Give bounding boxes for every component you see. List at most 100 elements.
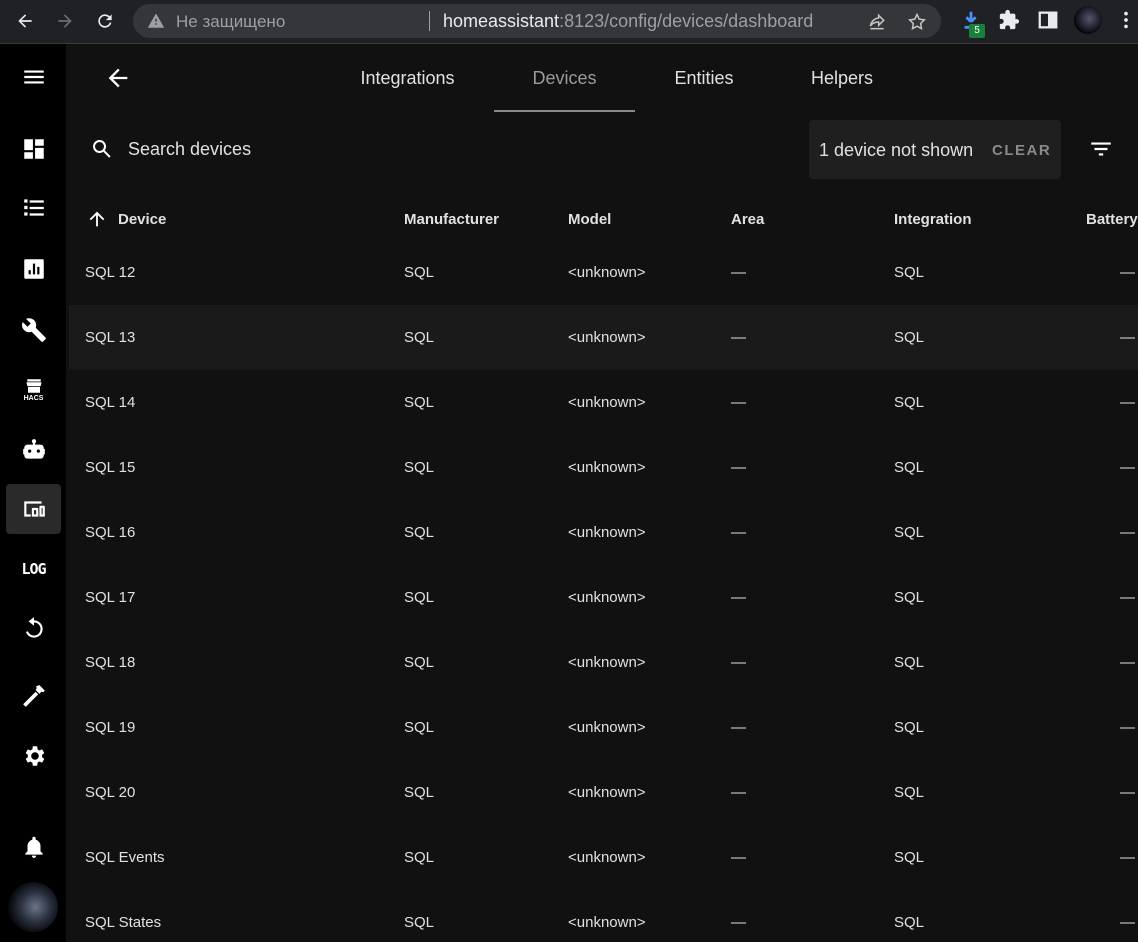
cell-manufacturer: SQL [404,849,435,866]
cell-device: SQL 17 [85,589,136,606]
table-row[interactable]: SQL 17 SQL <unknown> — SQL — [69,565,1138,630]
url-text: homeassistant:8123/config/devices/dashbo… [443,11,814,31]
table-row[interactable]: SQL 12 SQL <unknown> — SQL — [69,240,1138,305]
cell-manufacturer: SQL [404,459,435,476]
table-row[interactable]: SQL 14 SQL <unknown> — SQL — [69,370,1138,435]
cell-area: — [731,849,746,866]
arrow-up-sort-icon[interactable] [86,208,108,230]
cell-manufacturer: SQL [404,654,435,671]
table-row[interactable]: SQL 13 SQL <unknown> — SQL — [69,305,1138,370]
column-header-integration[interactable]: Integration [894,211,972,228]
column-header-manufacturer[interactable]: Manufacturer [404,211,499,228]
active-tab-indicator [494,110,635,112]
tab-helpers[interactable]: Helpers [796,44,888,112]
browser-toolbar: Не защищено homeassistant:8123/config/de… [0,0,1138,44]
tab-devices[interactable]: Devices [494,44,635,112]
arrow-left-icon[interactable] [104,64,132,92]
side-panel-icon[interactable] [1037,9,1059,31]
tab-entities[interactable]: Entities [656,44,752,112]
column-header-battery[interactable]: Battery [1086,211,1138,228]
table-row[interactable]: SQL 19 SQL <unknown> — SQL — [69,695,1138,760]
column-header-model[interactable]: Model [568,211,611,228]
restart-icon [25,617,43,638]
cell-model: <unknown> [568,459,646,476]
cell-battery: — [1120,329,1135,346]
sidebar-item-settings[interactable] [6,731,61,781]
table-row[interactable]: SQL 20 SQL <unknown> — SQL — [69,760,1138,825]
cell-battery: — [1120,394,1135,411]
cell-integration: SQL [894,914,925,931]
search-icon [93,140,111,158]
hammer-icon [22,685,45,707]
log-label: LOG [21,560,46,578]
back-arrow-icon[interactable] [10,6,40,36]
sidebar-item-log[interactable]: LOG [6,544,61,594]
forward-arrow-icon[interactable] [50,6,80,36]
cell-battery: — [1120,589,1135,606]
cell-model: <unknown> [568,264,646,281]
cell-manufacturer: SQL [404,329,435,346]
cell-manufacturer: SQL [404,524,435,541]
share-icon[interactable] [867,12,887,32]
format-list-icon [23,199,44,216]
sidebar-item-history[interactable] [6,244,61,294]
insecure-label: Не защищено [176,12,286,31]
cell-integration: SQL [894,654,925,671]
tab-integrations[interactable]: Integrations [346,44,469,112]
sidebar-item-hacs[interactable]: HACS [6,365,61,415]
sidebar-item-logbook[interactable] [6,183,61,233]
search-input[interactable] [128,132,448,166]
cell-manufacturer: SQL [404,264,435,281]
cell-area: — [731,329,746,346]
hidden-devices-chip: 1 device not shown CLEAR [809,120,1061,179]
cell-area: — [731,524,746,541]
cell-model: <unknown> [568,654,646,671]
devices-dashboard: Integrations Devices Entities Helpers 1 … [66,44,1138,942]
cell-area: — [731,589,746,606]
extensions-puzzle-icon[interactable] [998,9,1020,31]
reload-icon[interactable] [90,6,120,36]
clear-filter-button[interactable]: CLEAR [992,142,1051,159]
column-header-area[interactable]: Area [731,211,764,228]
sidebar-item-overview[interactable] [6,124,61,174]
cell-manufacturer: SQL [404,784,435,801]
more-vert-icon[interactable] [1115,9,1137,31]
table-row[interactable]: SQL 15 SQL <unknown> — SQL — [69,435,1138,500]
dashboard-icon [23,139,44,159]
user-avatar[interactable] [8,882,58,932]
cell-device: SQL 12 [85,264,136,281]
cell-integration: SQL [894,719,925,736]
cell-device: SQL 13 [85,329,136,346]
table-row[interactable]: SQL 18 SQL <unknown> — SQL — [69,630,1138,695]
table-row[interactable]: SQL Events SQL <unknown> — SQL — [69,825,1138,890]
cell-manufacturer: SQL [404,394,435,411]
cell-battery: — [1120,524,1135,541]
cell-manufacturer: SQL [404,589,435,606]
sidebar-item-automations[interactable] [6,425,61,475]
sidebar-item-devices[interactable] [6,484,61,534]
sidebar-item-restart[interactable] [6,604,61,654]
column-header-device[interactable]: Device [118,211,166,228]
cell-model: <unknown> [568,524,646,541]
bookmark-star-icon[interactable] [907,12,927,32]
cell-manufacturer: SQL [404,719,435,736]
download-badge: 5 [969,24,985,38]
menu-icon[interactable] [6,52,61,102]
sidebar-item-notifications[interactable] [6,822,61,872]
cell-battery: — [1120,914,1135,931]
cell-battery: — [1120,719,1135,736]
profile-avatar[interactable] [1074,6,1102,34]
address-bar[interactable]: Не защищено homeassistant:8123/config/de… [133,4,941,38]
cell-manufacturer: SQL [404,914,435,931]
cell-integration: SQL [894,524,925,541]
cell-integration: SQL [894,264,925,281]
filter-icon[interactable] [1088,136,1114,162]
cell-area: — [731,264,746,281]
cell-device: SQL 15 [85,459,136,476]
table-row[interactable]: SQL 16 SQL <unknown> — SQL — [69,500,1138,565]
table-row[interactable]: SQL States SQL <unknown> — SQL — [69,890,1138,942]
sidebar-item-tools[interactable] [6,671,61,721]
cell-model: <unknown> [568,849,646,866]
cell-battery: — [1120,654,1135,671]
sidebar-item-developer[interactable] [6,305,61,355]
